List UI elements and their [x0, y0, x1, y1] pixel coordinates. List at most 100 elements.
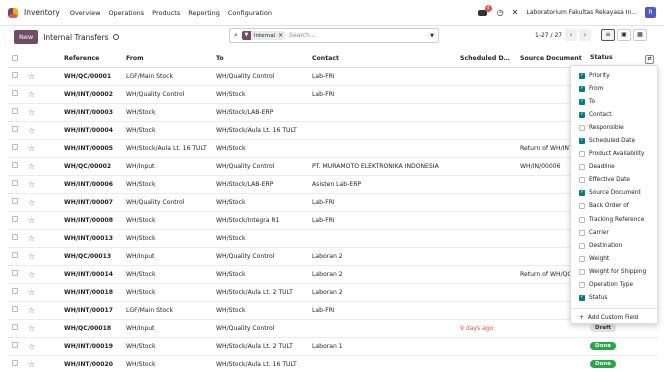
- company-switcher[interactable]: Laboratorium Fakultas Rekayasa In...: [526, 9, 637, 16]
- add-custom-field-button[interactable]: + Add Custom Field: [571, 312, 657, 324]
- optional-column-item[interactable]: Back Order of: [571, 200, 657, 213]
- menu-item-overview[interactable]: Overview: [70, 9, 101, 17]
- optional-column-item[interactable]: Deadline: [571, 161, 657, 174]
- row-checkbox[interactable]: [8, 175, 24, 194]
- table-row[interactable]: ☆ WH/QC/00013 WH/Input WH/Quality Control La…: [8, 247, 658, 266]
- optional-column-item[interactable]: Weight for Shipping: [571, 265, 657, 278]
- inventory-logo-icon[interactable]: [8, 7, 18, 18]
- optional-column-checkbox[interactable]: [579, 151, 585, 158]
- menu-item-configuration[interactable]: Configuration: [228, 9, 272, 17]
- col-header-from[interactable]: From: [122, 51, 212, 68]
- table-row[interactable]: ☆ WH/INT/00002 WH/Quality Control WH/Stock L…: [8, 85, 658, 104]
- optional-column-item[interactable]: Destination: [571, 239, 657, 252]
- new-button[interactable]: New: [14, 30, 39, 44]
- optional-column-checkbox[interactable]: [579, 137, 585, 145]
- row-checkbox[interactable]: [8, 337, 24, 356]
- star-icon[interactable]: ☆: [24, 319, 60, 338]
- table-row[interactable]: ☆ WH/INT/00017 LGF/Main Stock WH/Stock Lab-F…: [8, 301, 658, 320]
- table-row[interactable]: ☆ WH/QC/00018 WH/Input WH/Quality Control 9 …: [8, 319, 658, 338]
- search-options-icon[interactable]: ▼: [430, 33, 434, 39]
- optional-column-checkbox[interactable]: [579, 189, 585, 197]
- star-icon[interactable]: ☆: [24, 283, 60, 302]
- menu-item-reporting[interactable]: Reporting: [188, 9, 220, 17]
- optional-column-item[interactable]: Scheduled Date: [571, 134, 657, 147]
- table-row[interactable]: ☆ WH/INT/00007 WH/Quality Control WH/Stock L…: [8, 193, 658, 212]
- star-icon[interactable]: ☆: [24, 355, 60, 372]
- row-checkbox[interactable]: [8, 67, 24, 86]
- optional-column-item[interactable]: Operation Type: [571, 279, 657, 292]
- star-icon[interactable]: ☆: [24, 247, 60, 266]
- row-checkbox[interactable]: [8, 319, 24, 338]
- optional-column-item[interactable]: Status: [571, 292, 657, 305]
- optional-column-item[interactable]: Weight: [571, 252, 657, 265]
- optional-column-item[interactable]: Source Document: [571, 187, 657, 200]
- star-icon[interactable]: ☆: [24, 193, 60, 212]
- optional-column-checkbox[interactable]: [579, 203, 585, 210]
- optional-column-item[interactable]: Tracking Reference: [571, 213, 657, 226]
- table-row[interactable]: ☆ WH/INT/00014 WH/Stock WH/Stock Laboran 2 Re…: [8, 265, 658, 284]
- row-checkbox[interactable]: [8, 103, 24, 122]
- optional-column-checkbox[interactable]: [579, 164, 585, 171]
- optional-column-item[interactable]: Effective Date: [571, 174, 657, 187]
- user-avatar[interactable]: R: [645, 7, 656, 18]
- row-checkbox[interactable]: [8, 139, 24, 158]
- row-checkbox[interactable]: [8, 211, 24, 230]
- pager-next-icon[interactable]: ›: [579, 29, 591, 41]
- optional-column-checkbox[interactable]: [579, 229, 585, 236]
- debug-icon[interactable]: ✕: [512, 8, 519, 17]
- table-row[interactable]: ☆ WH/INT/00019 WH/Stock WH/Stock/Aula Lt. 2…: [8, 337, 658, 356]
- table-row[interactable]: ☆ WH/QC/00002 WH/Input WH/Quality Control PT…: [8, 157, 658, 176]
- star-icon[interactable]: ☆: [24, 103, 60, 122]
- star-icon[interactable]: ☆: [24, 211, 60, 230]
- star-icon[interactable]: ☆: [24, 139, 60, 158]
- table-row[interactable]: ☆ WH/INT/00004 WH/Stock WH/Stock/Aula Lt. 1…: [8, 121, 658, 140]
- col-header-reference[interactable]: Reference: [60, 51, 122, 68]
- app-name[interactable]: Inventory: [24, 8, 60, 17]
- star-icon[interactable]: ☆: [24, 265, 60, 284]
- facet-remove-icon[interactable]: ×: [278, 32, 285, 39]
- optional-column-checkbox[interactable]: [579, 72, 585, 79]
- optional-column-item[interactable]: Responsible: [571, 121, 657, 134]
- menu-item-products[interactable]: Products: [152, 9, 180, 17]
- list-view-icon[interactable]: ≡: [601, 29, 615, 41]
- table-row[interactable]: ☆ WH/INT/00020 WH/Stock WH/Stock/Aula Lt. 1…: [8, 355, 658, 372]
- col-header-scheduled-date[interactable]: Scheduled Date: [456, 51, 516, 68]
- table-row[interactable]: ☆ WH/QC/00001 LGF/Main Stock WH/Quality Con…: [8, 67, 658, 86]
- star-icon[interactable]: ☆: [24, 85, 60, 104]
- optional-column-checkbox[interactable]: [579, 85, 585, 92]
- row-checkbox[interactable]: [8, 157, 24, 176]
- calendar-view-icon[interactable]: ▦: [633, 29, 647, 41]
- pager-previous-icon[interactable]: ‹: [565, 29, 577, 41]
- optional-column-checkbox[interactable]: [579, 255, 585, 262]
- star-icon[interactable]: ☆: [24, 337, 60, 356]
- optional-column-checkbox[interactable]: [579, 294, 585, 302]
- table-row[interactable]: ☆ WH/INT/00013 WH/Stock WH/Stock: [8, 229, 658, 248]
- row-checkbox[interactable]: [8, 283, 24, 302]
- select-all-checkbox[interactable]: [8, 51, 24, 68]
- search-facet[interactable]: ▼ Internal ×: [241, 31, 286, 40]
- activity-icon[interactable]: ◷: [497, 8, 504, 17]
- table-row[interactable]: ☆ WH/INT/00006 WH/Stock WH/Stock/LAB-ERP Asi…: [8, 175, 658, 194]
- optional-column-item[interactable]: Contact: [571, 108, 657, 121]
- optional-column-checkbox[interactable]: [579, 111, 585, 118]
- row-checkbox[interactable]: [8, 247, 24, 266]
- optional-column-checkbox[interactable]: [579, 124, 585, 131]
- row-checkbox[interactable]: [8, 85, 24, 104]
- optional-column-item[interactable]: Priority: [571, 69, 657, 82]
- optional-column-item[interactable]: To: [571, 95, 657, 108]
- pager-value[interactable]: 1-27 / 27: [535, 32, 562, 39]
- optional-column-checkbox[interactable]: [579, 98, 585, 105]
- optional-column-checkbox[interactable]: [579, 177, 585, 184]
- optional-column-item[interactable]: From: [571, 82, 657, 95]
- search-bar[interactable]: ⌕ ▼ Internal × Search... ▼: [229, 28, 439, 43]
- row-checkbox[interactable]: [8, 301, 24, 320]
- table-row[interactable]: ☆ WH/INT/00003 WH/Stock WH/Stock/LAB-ERP: [8, 103, 658, 122]
- star-icon[interactable]: ☆: [24, 175, 60, 194]
- table-row[interactable]: ☆ WH/INT/00008 WH/Stock WH/Stock/Integra R1…: [8, 211, 658, 230]
- search-input[interactable]: Search...: [289, 32, 315, 39]
- star-icon[interactable]: ☆: [24, 157, 60, 176]
- kanban-view-icon[interactable]: ▣: [617, 29, 631, 41]
- table-row[interactable]: ☆ WH/INT/00018 WH/Stock WH/Stock/Aula Lt. 2…: [8, 283, 658, 302]
- optional-column-checkbox[interactable]: [579, 242, 585, 249]
- row-checkbox[interactable]: [8, 355, 24, 372]
